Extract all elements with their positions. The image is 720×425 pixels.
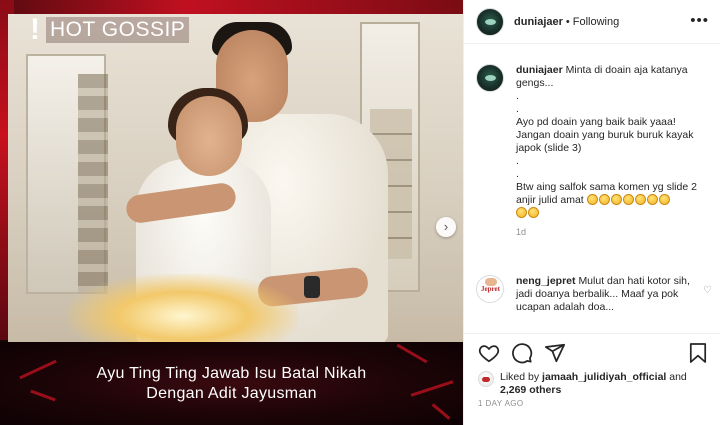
caption-username[interactable]: duniajaer — [516, 64, 563, 76]
caption-text-line: Ayo pd doain yang baik baik yaaa! — [516, 116, 676, 128]
likes-summary: Liked by jamaah_julidiyah_official and 2… — [478, 371, 687, 397]
post-header: duniajaer • Following ••• — [464, 0, 720, 44]
rolling-on-floor-laughing-emoji — [516, 207, 527, 218]
rolling-on-floor-laughing-emoji — [646, 194, 658, 205]
post-date[interactable]: 1 DAY AGO — [478, 399, 524, 408]
emoji-group-1 — [586, 194, 671, 206]
liked-by-connector: and — [669, 371, 687, 383]
rolling-on-floor-laughing-emoji — [622, 194, 634, 205]
comment-icon[interactable] — [511, 342, 535, 366]
red-frame-top — [0, 0, 463, 14]
couple-photo — [8, 14, 463, 342]
share-icon[interactable] — [544, 342, 568, 366]
ellipsis-icon[interactable]: ••• — [690, 12, 709, 29]
header-username[interactable]: duniajaer — [514, 16, 563, 28]
exclamation-icon: ! — [30, 13, 40, 46]
rolling-on-floor-laughing-emoji — [586, 194, 598, 205]
hot-gossip-badge: ! HOT GOSSIP — [30, 13, 190, 46]
bookmark-icon[interactable] — [689, 342, 709, 366]
caption-text-line: . — [516, 155, 519, 167]
hot-gossip-label: HOT GOSSIP — [46, 17, 190, 43]
heart-icon[interactable] — [478, 342, 502, 366]
caption-text-line: Minta di doain aja katanya — [565, 64, 688, 76]
rolling-on-floor-laughing-emoji — [610, 194, 622, 205]
caption-text-line: . — [516, 168, 519, 180]
caption-comment: duniajaer Minta di doain aja katanya gen… — [476, 64, 709, 239]
caption-text-line: gengs... — [516, 77, 554, 89]
post-caption: Ayu Ting Ting Jawab Isu Batal Nikah Deng… — [0, 364, 463, 404]
avatar[interactable] — [478, 371, 494, 387]
post-side-panel: duniajaer • Following ••• duniajaer Mint… — [463, 0, 720, 425]
comment-like-heart-icon[interactable]: ♡ — [703, 285, 712, 296]
caption-line-2: Dengan Adit Jayusman — [146, 385, 317, 402]
liked-by-prefix: Liked by — [500, 371, 540, 383]
comment-username[interactable]: neng_jepret — [516, 275, 576, 287]
separator-dot: • — [565, 15, 570, 28]
rolling-on-floor-laughing-emoji — [598, 194, 610, 205]
caption-line-1: Ayu Ting Ting Jawab Isu Batal Nikah — [96, 365, 367, 382]
caption-text-line: . — [516, 90, 519, 102]
liked-by-user[interactable]: jamaah_julidiyah_official — [542, 371, 666, 383]
caption-text-line: anjir julid amat — [516, 194, 584, 206]
avatar[interactable] — [476, 7, 504, 36]
likes-count[interactable]: 2,269 others — [500, 384, 561, 396]
chevron-right-icon: › — [443, 219, 449, 234]
rolling-on-floor-laughing-emoji — [528, 207, 539, 218]
avatar[interactable]: Jepret — [476, 275, 504, 303]
post-media[interactable]: ! HOT GOSSIP › Ayu Ting Ting Jawab Isu B… — [0, 0, 463, 425]
emoji-group-2 — [516, 207, 708, 220]
rolling-on-floor-laughing-emoji — [634, 194, 646, 205]
comment-row: Jepret neng_jepret Mulut dan hati kotor … — [476, 275, 712, 314]
following-button[interactable]: Following — [573, 16, 619, 28]
next-slide-button[interactable]: › — [436, 217, 456, 237]
caption-text-line: Jangan doain yang buruk buruk kayak — [516, 129, 694, 141]
action-bar: Liked by jamaah_julidiyah_official and 2… — [464, 333, 720, 425]
caption-text-line: . — [516, 103, 519, 115]
rolling-on-floor-laughing-emoji — [658, 194, 670, 205]
caption-text-line: japok (slide 3) — [516, 142, 582, 154]
avatar[interactable] — [476, 64, 504, 92]
caption-text-line: Btw aing salfok sama komen yg slide 2 — [516, 181, 697, 193]
comment-timestamp[interactable]: 1d — [516, 226, 708, 239]
